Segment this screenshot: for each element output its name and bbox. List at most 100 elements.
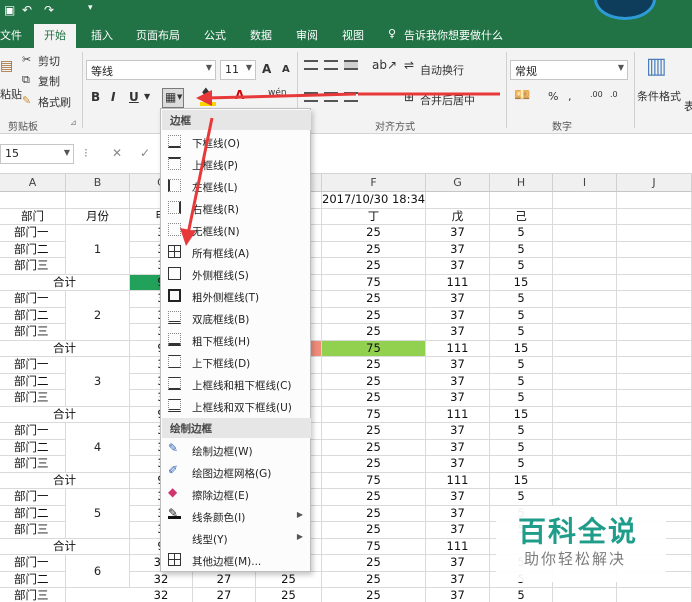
- top-align-icon[interactable]: [304, 60, 318, 70]
- cell[interactable]: [553, 192, 617, 209]
- dept-name-cell[interactable]: 部门三: [0, 324, 66, 341]
- format-painter-icon[interactable]: ✎: [22, 94, 31, 107]
- header-cell[interactable]: 月份: [66, 208, 130, 225]
- column-header[interactable]: H: [490, 174, 553, 192]
- month-cell[interactable]: 1: [66, 225, 130, 275]
- column-header[interactable]: A: [0, 174, 66, 192]
- value-cell[interactable]: 37: [426, 489, 490, 506]
- align-right-icon[interactable]: [344, 92, 358, 102]
- grow-font-button[interactable]: A: [262, 62, 271, 76]
- menu-item-top-double-bottom-border[interactable]: 上框线和双下框线(U): [162, 395, 311, 417]
- cell[interactable]: [617, 456, 692, 473]
- cell[interactable]: [617, 406, 692, 423]
- header-cell[interactable]: 丁: [322, 208, 426, 225]
- value-cell[interactable]: 37: [426, 571, 490, 588]
- cell[interactable]: [553, 472, 617, 489]
- cell[interactable]: [553, 357, 617, 374]
- cell[interactable]: [553, 307, 617, 324]
- value-cell[interactable]: 25: [322, 505, 426, 522]
- copy-icon[interactable]: ⧉: [22, 73, 30, 87]
- dept-name-cell[interactable]: 部门二: [0, 505, 66, 522]
- value-cell[interactable]: 5: [490, 390, 553, 407]
- subtotal-label[interactable]: 合计: [0, 340, 130, 357]
- dept-name-cell[interactable]: 部门三: [0, 522, 66, 539]
- cell[interactable]: [553, 406, 617, 423]
- tab-page-layout[interactable]: 页面布局: [136, 27, 180, 43]
- percent-button[interactable]: %: [548, 90, 558, 103]
- dept-name-cell[interactable]: 部门三: [0, 588, 66, 602]
- value-cell[interactable]: 37: [426, 225, 490, 242]
- column-header[interactable]: J: [617, 174, 692, 192]
- month-cell[interactable]: 6: [66, 555, 130, 588]
- value-cell[interactable]: 5: [490, 225, 553, 242]
- value-cell[interactable]: 37: [426, 423, 490, 440]
- value-cell[interactable]: 5: [490, 588, 553, 602]
- value-cell[interactable]: 5: [490, 357, 553, 374]
- value-cell[interactable]: 5: [490, 373, 553, 390]
- cell[interactable]: [553, 324, 617, 341]
- column-header[interactable]: G: [426, 174, 490, 192]
- value-cell[interactable]: 111: [426, 406, 490, 423]
- dept-name-cell[interactable]: 部门一: [0, 291, 66, 308]
- subtotal-label[interactable]: 合计: [0, 406, 130, 423]
- menu-item-draw-border-grid[interactable]: ✐ 绘图边框网格(G): [162, 461, 311, 483]
- wrap-text-icon[interactable]: ⇌: [404, 58, 414, 72]
- copy-button[interactable]: 复制: [38, 73, 60, 89]
- cell[interactable]: [553, 340, 617, 357]
- dept-name-cell[interactable]: 部门三: [0, 258, 66, 275]
- paste-icon[interactable]: ▤: [0, 58, 13, 74]
- dept-name-cell[interactable]: 部门二: [0, 307, 66, 324]
- cell[interactable]: [617, 357, 692, 374]
- fill-color-icon[interactable]: ♦: [200, 86, 212, 101]
- column-header[interactable]: B: [66, 174, 130, 192]
- undo-icon[interactable]: ↶: [22, 3, 32, 17]
- menu-item-erase-border[interactable]: ◆ 擦除边框(E): [162, 483, 311, 505]
- cell[interactable]: [553, 258, 617, 275]
- merge-icon[interactable]: ⊞: [404, 90, 414, 104]
- cell[interactable]: [553, 225, 617, 242]
- cell[interactable]: [617, 390, 692, 407]
- menu-item-line-color[interactable]: ✎ 线条颜色(I) ▶: [162, 505, 311, 527]
- value-cell[interactable]: 37: [426, 439, 490, 456]
- value-cell[interactable]: 37: [426, 258, 490, 275]
- value-cell[interactable]: 37: [426, 307, 490, 324]
- value-cell[interactable]: 37: [426, 505, 490, 522]
- orientation-icon[interactable]: ab↗: [372, 58, 397, 72]
- value-cell[interactable]: 37: [426, 373, 490, 390]
- value-cell[interactable]: 37: [426, 588, 490, 602]
- cell[interactable]: [553, 291, 617, 308]
- value-cell[interactable]: 15: [490, 472, 553, 489]
- menu-item-no-border[interactable]: 无框线(N): [162, 219, 311, 241]
- value-cell[interactable]: 25: [322, 241, 426, 258]
- paste-button[interactable]: 粘贴: [0, 86, 22, 102]
- value-cell[interactable]: 37: [426, 357, 490, 374]
- cell[interactable]: [617, 588, 692, 602]
- month-cell[interactable]: 2: [66, 291, 130, 341]
- currency-icon[interactable]: 💴: [514, 88, 530, 103]
- cell[interactable]: [553, 274, 617, 291]
- menu-item-top-bottom-border[interactable]: 上下框线(D): [162, 351, 311, 373]
- value-cell[interactable]: 25: [322, 489, 426, 506]
- subtotal-label[interactable]: 合计: [0, 274, 130, 291]
- header-cell[interactable]: 戊: [426, 208, 490, 225]
- cell[interactable]: [617, 274, 692, 291]
- value-cell[interactable]: 27: [193, 588, 256, 602]
- value-cell[interactable]: 15: [490, 406, 553, 423]
- redo-icon[interactable]: ↷: [44, 3, 54, 17]
- value-cell[interactable]: 25: [322, 555, 426, 572]
- value-cell[interactable]: 5: [490, 324, 553, 341]
- value-cell[interactable]: 75: [322, 472, 426, 489]
- value-cell[interactable]: 5: [490, 489, 553, 506]
- clipboard-launcher-icon[interactable]: ⊿: [70, 118, 77, 127]
- value-cell[interactable]: 5: [490, 439, 553, 456]
- menu-item-outside-borders[interactable]: 外侧框线(S): [162, 263, 311, 285]
- tab-insert[interactable]: 插入: [91, 27, 113, 43]
- dept-name-cell[interactable]: 部门二: [0, 373, 66, 390]
- cell[interactable]: [553, 439, 617, 456]
- cell[interactable]: [426, 192, 490, 209]
- value-cell[interactable]: 5: [490, 456, 553, 473]
- conditional-format-button[interactable]: 条件格式: [637, 88, 681, 104]
- value-cell[interactable]: 27: [193, 571, 256, 588]
- value-cell[interactable]: 25: [322, 373, 426, 390]
- font-name-select[interactable]: 等线 ▼: [86, 60, 216, 80]
